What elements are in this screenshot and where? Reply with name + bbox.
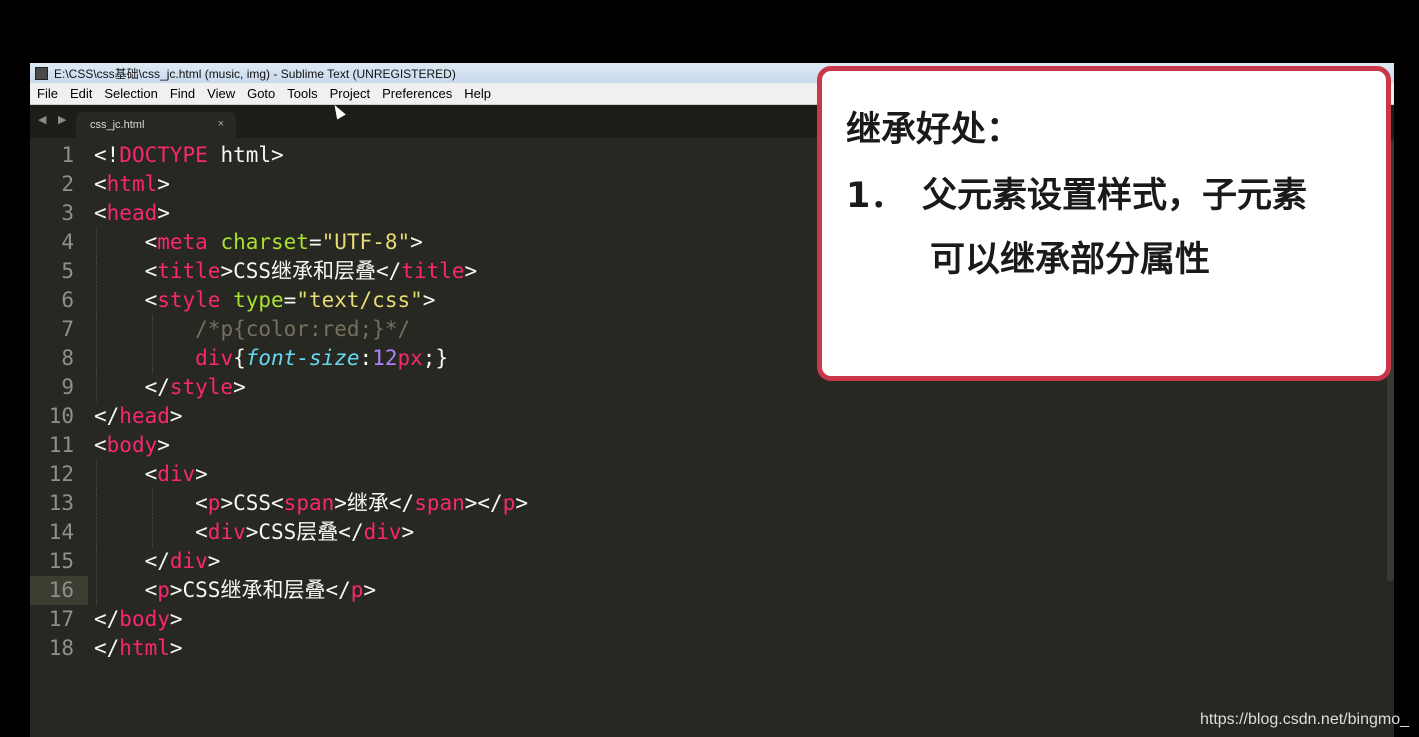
line-number: 10: [48, 404, 74, 428]
line-number: 4: [61, 230, 74, 254]
code-line[interactable]: <body>: [94, 431, 1384, 460]
line-number: 8: [61, 346, 74, 370]
callout-line-2: 可以继承部分属性: [930, 240, 1211, 280]
code-line[interactable]: </head>: [94, 402, 1384, 431]
code-line[interactable]: <div>: [94, 460, 1384, 489]
callout-line-1: 父元素设置样式，子元素: [922, 176, 1308, 216]
tab-close-icon[interactable]: ×: [218, 118, 224, 130]
watermark-url: https://blog.csdn.net/bingmo_: [1199, 711, 1409, 728]
code-line[interactable]: </html>: [94, 634, 1384, 663]
sublime-app-icon: [35, 66, 48, 80]
menu-preferences[interactable]: Preferences: [376, 83, 458, 104]
menu-view[interactable]: View: [201, 83, 241, 104]
code-line[interactable]: </body>: [94, 605, 1384, 634]
tab-label: css_jc.html: [90, 119, 145, 131]
line-number-current: 16: [30, 576, 88, 605]
menu-goto[interactable]: Goto: [241, 83, 281, 104]
menu-tools[interactable]: Tools: [281, 83, 323, 104]
menu-help[interactable]: Help: [458, 83, 497, 104]
menu-file[interactable]: File: [30, 83, 64, 104]
line-number: 7: [61, 317, 74, 341]
tab-css-jc-html[interactable]: css_jc.html ×: [76, 112, 236, 138]
menu-selection[interactable]: Selection: [98, 83, 163, 104]
code-line-current[interactable]: <p>CSS继承和层叠</p>: [94, 576, 1384, 605]
menu-project[interactable]: Project: [324, 83, 376, 104]
callout-item-number: 1．: [846, 176, 906, 216]
line-number-gutter: 1 2 3 4 5 6 7 8 9 10 11 12 13 14 15 16 1…: [30, 141, 88, 663]
tab-nav-arrows-icon[interactable]: ◀ ▶: [38, 113, 70, 126]
window-title: E:\CSS\css基础\css_jc.html (music, img) - …: [54, 66, 456, 81]
line-number: 3: [61, 201, 74, 225]
callout-title: 继承好处：: [846, 110, 1022, 150]
menu-find[interactable]: Find: [164, 83, 201, 104]
line-number: 5: [61, 259, 74, 283]
menu-edit[interactable]: Edit: [64, 83, 98, 104]
code-line[interactable]: <div>CSS层叠</div>: [94, 518, 1384, 547]
line-number: 12: [48, 462, 74, 486]
line-number: 9: [61, 375, 74, 399]
line-number: 11: [48, 433, 74, 457]
annotation-callout: 继承好处： 1． 父元素设置样式，子元素 可以继承部分属性: [817, 66, 1391, 381]
code-line[interactable]: <p>CSS<span>继承</span></p>: [94, 489, 1384, 518]
line-number: 13: [48, 491, 74, 515]
line-number: 2: [61, 172, 74, 196]
line-number: 15: [48, 549, 74, 573]
code-line[interactable]: </div>: [94, 547, 1384, 576]
line-number: 6: [61, 288, 74, 312]
line-number: 17: [48, 607, 74, 631]
line-number: 14: [48, 520, 74, 544]
line-number: 18: [48, 636, 74, 660]
line-number: 1: [61, 143, 74, 167]
